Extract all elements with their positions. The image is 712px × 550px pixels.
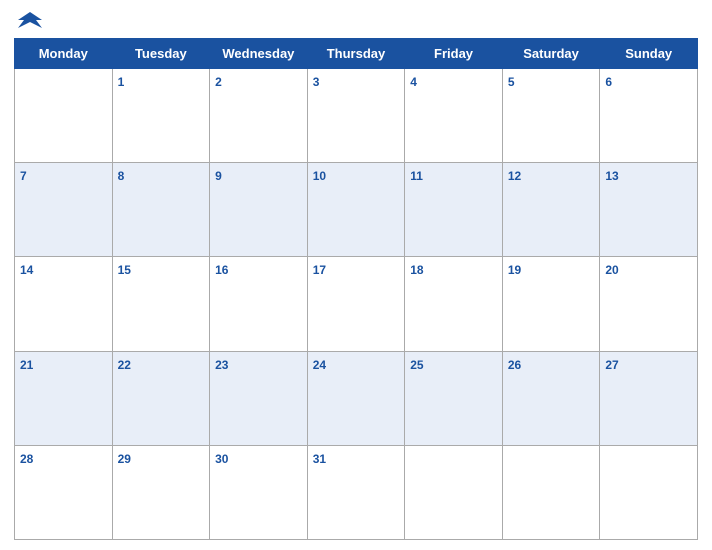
calendar-week-row: 1 2 3 4 5 6 <box>15 69 698 163</box>
calendar-cell: 19 <box>502 257 600 351</box>
day-header-tuesday: Tuesday <box>112 39 210 69</box>
day-header-friday: Friday <box>405 39 503 69</box>
calendar-header-row: MondayTuesdayWednesdayThursdayFridaySatu… <box>15 39 698 69</box>
day-number: 14 <box>20 263 33 277</box>
calendar-body: 1234567891011121314151617181920212223242… <box>15 69 698 540</box>
calendar-cell <box>502 445 600 539</box>
calendar-week-row: 14 15 16 17 18 19 20 <box>15 257 698 351</box>
day-number: 30 <box>215 452 228 466</box>
calendar-cell: 4 <box>405 69 503 163</box>
calendar-cell: 12 <box>502 163 600 257</box>
calendar-cell: 15 <box>112 257 210 351</box>
day-number: 6 <box>605 75 612 89</box>
calendar-cell: 2 <box>210 69 308 163</box>
calendar-cell: 11 <box>405 163 503 257</box>
calendar-cell: 26 <box>502 351 600 445</box>
day-header-thursday: Thursday <box>307 39 405 69</box>
calendar-table: MondayTuesdayWednesdayThursdayFridaySatu… <box>14 38 698 540</box>
day-number: 7 <box>20 169 27 183</box>
calendar-cell: 14 <box>15 257 113 351</box>
calendar-cell <box>15 69 113 163</box>
calendar-cell: 17 <box>307 257 405 351</box>
day-number: 18 <box>410 263 423 277</box>
calendar-cell: 22 <box>112 351 210 445</box>
logo-bird-icon <box>16 10 44 32</box>
day-number: 25 <box>410 358 423 372</box>
day-number: 16 <box>215 263 228 277</box>
calendar-cell: 30 <box>210 445 308 539</box>
day-number: 8 <box>118 169 125 183</box>
calendar-cell: 1 <box>112 69 210 163</box>
calendar-cell: 10 <box>307 163 405 257</box>
day-number: 27 <box>605 358 618 372</box>
day-number: 19 <box>508 263 521 277</box>
logo <box>16 10 48 32</box>
day-number: 26 <box>508 358 521 372</box>
day-number: 31 <box>313 452 326 466</box>
day-number: 3 <box>313 75 320 89</box>
day-number: 5 <box>508 75 515 89</box>
calendar-cell: 7 <box>15 163 113 257</box>
day-number: 2 <box>215 75 222 89</box>
days-of-week-row: MondayTuesdayWednesdayThursdayFridaySatu… <box>15 39 698 69</box>
day-number: 15 <box>118 263 131 277</box>
day-number: 12 <box>508 169 521 183</box>
calendar-cell: 13 <box>600 163 698 257</box>
day-number: 4 <box>410 75 417 89</box>
day-header-saturday: Saturday <box>502 39 600 69</box>
day-number: 28 <box>20 452 33 466</box>
day-number: 21 <box>20 358 33 372</box>
calendar-cell: 18 <box>405 257 503 351</box>
day-number: 20 <box>605 263 618 277</box>
calendar-cell <box>405 445 503 539</box>
calendar-cell: 8 <box>112 163 210 257</box>
calendar-cell <box>600 445 698 539</box>
day-number: 9 <box>215 169 222 183</box>
day-header-monday: Monday <box>15 39 113 69</box>
day-header-sunday: Sunday <box>600 39 698 69</box>
calendar-week-row: 7 8 9 10 11 12 13 <box>15 163 698 257</box>
calendar-cell: 31 <box>307 445 405 539</box>
calendar-cell: 24 <box>307 351 405 445</box>
calendar-cell: 3 <box>307 69 405 163</box>
calendar-page: MondayTuesdayWednesdayThursdayFridaySatu… <box>0 0 712 550</box>
day-number: 23 <box>215 358 228 372</box>
day-header-wednesday: Wednesday <box>210 39 308 69</box>
calendar-cell: 5 <box>502 69 600 163</box>
day-number: 13 <box>605 169 618 183</box>
calendar-cell: 16 <box>210 257 308 351</box>
calendar-cell: 20 <box>600 257 698 351</box>
calendar-cell: 28 <box>15 445 113 539</box>
calendar-week-row: 28 29 30 31 <box>15 445 698 539</box>
day-number: 22 <box>118 358 131 372</box>
day-number: 10 <box>313 169 326 183</box>
day-number: 11 <box>410 169 423 183</box>
calendar-cell: 27 <box>600 351 698 445</box>
day-number: 1 <box>118 75 125 89</box>
calendar-cell: 25 <box>405 351 503 445</box>
day-number: 29 <box>118 452 131 466</box>
calendar-header <box>14 10 698 32</box>
calendar-cell: 21 <box>15 351 113 445</box>
day-number: 17 <box>313 263 326 277</box>
calendar-cell: 6 <box>600 69 698 163</box>
day-number: 24 <box>313 358 326 372</box>
calendar-cell: 23 <box>210 351 308 445</box>
calendar-cell: 9 <box>210 163 308 257</box>
calendar-cell: 29 <box>112 445 210 539</box>
calendar-week-row: 21 22 23 24 25 26 27 <box>15 351 698 445</box>
